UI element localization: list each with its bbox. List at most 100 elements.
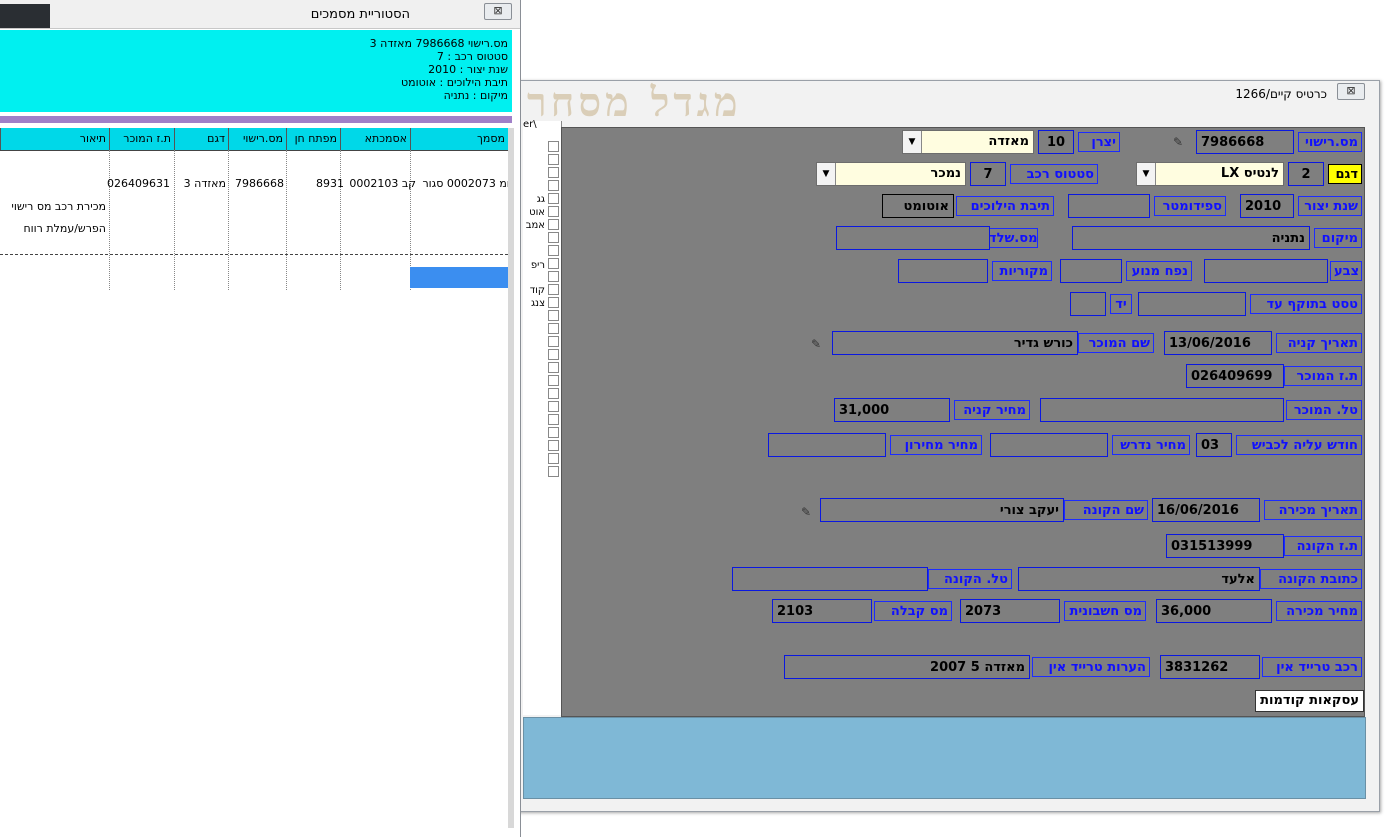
buyer-id-field[interactable]: 031513999 <box>1166 534 1284 558</box>
sale-price-field[interactable]: 36,000 <box>1156 599 1272 623</box>
test-field[interactable] <box>1138 292 1246 316</box>
tradein-notes-field[interactable]: מאזדה 5 2007 <box>784 655 1030 679</box>
column-divider <box>174 150 175 290</box>
column-header-account-key[interactable]: מפתח חן <box>286 128 340 150</box>
tradein-field[interactable]: 3831262 <box>1160 655 1260 679</box>
option-checkbox[interactable] <box>548 375 559 386</box>
model-code-field[interactable]: 2 <box>1288 162 1324 186</box>
option-checkbox[interactable] <box>548 258 559 269</box>
seller-name-field[interactable]: כורש גדיר <box>832 331 1078 355</box>
maker-select[interactable]: ▼ מאזדה <box>902 130 1034 154</box>
sale-date-field[interactable]: 16/06/2016 <box>1152 498 1260 522</box>
buyer-phone-field[interactable] <box>732 567 928 591</box>
buyer-address-field[interactable]: אלעד <box>1018 567 1260 591</box>
summary-line: סטטוס רכב : 7 <box>436 50 508 63</box>
option-checkbox[interactable] <box>548 414 559 425</box>
status-select-value: נמכר <box>930 166 962 181</box>
column-header-seller-id[interactable]: ת.ז המוכר <box>109 128 174 150</box>
column-header-reference[interactable]: אסמכתא <box>340 128 410 150</box>
receipt-field[interactable]: 2103 <box>772 599 872 623</box>
purchase-date-field[interactable]: 13/06/2016 <box>1164 331 1272 355</box>
color-label: צבע <box>1330 261 1362 281</box>
option-checkbox[interactable] <box>548 323 559 334</box>
location-field[interactable]: נתניה <box>1072 226 1310 250</box>
option-checkbox[interactable] <box>548 453 559 464</box>
option-checkbox[interactable] <box>548 245 559 256</box>
buyer-phone-label: טל. הקונה <box>928 569 1012 589</box>
buyer-name-field[interactable]: יעקב צורי <box>820 498 1064 522</box>
selected-cell[interactable] <box>410 267 508 288</box>
option-checkbox[interactable] <box>548 297 559 308</box>
asked-price-field[interactable] <box>990 433 1108 457</box>
model-select-value: לנטיס LX <box>1220 166 1279 181</box>
previous-deals-button[interactable]: עסקאות קודמות <box>1255 690 1364 712</box>
buyer-address-label: כתובת הקונה <box>1260 569 1362 589</box>
chassis-field[interactable] <box>836 226 990 250</box>
year-field[interactable]: 2010 <box>1240 194 1294 218</box>
color-field[interactable] <box>1204 259 1328 283</box>
seller-id-label: ת.ז המוכר <box>1284 366 1362 386</box>
option-checkbox[interactable] <box>548 271 559 282</box>
seller-phone-field[interactable] <box>1040 398 1284 422</box>
seller-phone-label: טל. המוכר <box>1286 400 1362 420</box>
sale-date-label: תאריך מכירה <box>1264 500 1362 520</box>
option-checkbox[interactable] <box>548 180 559 191</box>
dropdown-arrow-icon[interactable]: ▼ <box>903 131 922 153</box>
column-divider <box>228 150 229 290</box>
history-close-button[interactable]: ⊠ <box>484 3 512 20</box>
maker-code-field[interactable]: 10 <box>1038 130 1074 154</box>
option-checkbox[interactable] <box>548 167 559 178</box>
vehicle-form: מס.רישוי 7986668 ✎ יצרן 10 ▼ מאזדה דגם 2 … <box>561 127 1365 717</box>
background-window-edge <box>1380 380 1390 440</box>
column-header-document[interactable]: מסמך <box>410 128 508 150</box>
window-border <box>508 128 514 828</box>
option-checkbox[interactable] <box>548 349 559 360</box>
option-checkbox[interactable] <box>548 401 559 412</box>
option-checkbox[interactable] <box>548 336 559 347</box>
card-close-button[interactable]: ⊠ <box>1337 83 1365 100</box>
license-label: מס.רישוי <box>1298 132 1362 152</box>
separator-bar <box>0 112 512 128</box>
column-header-license[interactable]: מס.רישוי <box>228 128 286 150</box>
engine-field[interactable] <box>1060 259 1122 283</box>
top-left-fragment: er\ <box>523 119 537 130</box>
option-checkbox[interactable] <box>548 206 559 217</box>
dropdown-arrow-icon[interactable]: ▼ <box>817 163 836 185</box>
option-checkbox[interactable] <box>548 232 559 243</box>
summary-line: מס.רישוי 7986668 מאזדה 3 <box>369 37 508 50</box>
purchase-price-field[interactable]: 31,000 <box>834 398 950 422</box>
lookup-book-icon[interactable]: ✎ <box>1170 136 1186 148</box>
buyer-lookup-icon[interactable]: ✎ <box>798 506 814 518</box>
gearbox-field[interactable]: אוטומט <box>882 194 954 218</box>
status-select[interactable]: ▼ נמכר <box>816 162 966 186</box>
column-header-description[interactable]: תיאור <box>0 128 109 150</box>
option-checkbox[interactable] <box>548 440 559 451</box>
hand-field[interactable] <box>1070 292 1106 316</box>
option-checkbox[interactable] <box>548 310 559 321</box>
option-checkbox[interactable] <box>548 219 559 230</box>
taskbar-fragment <box>0 4 50 28</box>
gearbox-label: תיבת הילוכים <box>956 196 1054 216</box>
origin-field[interactable] <box>898 259 988 283</box>
list-price-field[interactable] <box>768 433 886 457</box>
option-checkbox[interactable] <box>548 466 559 477</box>
option-checkbox[interactable] <box>548 362 559 373</box>
license-field[interactable]: 7986668 <box>1196 130 1294 154</box>
option-label: קוד <box>529 285 545 296</box>
option-checkbox[interactable] <box>548 141 559 152</box>
seller-lookup-icon[interactable]: ✎ <box>808 338 824 350</box>
option-checkbox[interactable] <box>548 427 559 438</box>
road-month-field[interactable]: 03 <box>1196 433 1232 457</box>
option-checkbox[interactable] <box>548 193 559 204</box>
invoice-field[interactable]: 2073 <box>960 599 1060 623</box>
column-header-model[interactable]: דגם <box>174 128 228 150</box>
model-select[interactable]: ▼ לנטיס LX <box>1136 162 1284 186</box>
option-checkbox[interactable] <box>548 154 559 165</box>
dropdown-arrow-icon[interactable]: ▼ <box>1137 163 1156 185</box>
speedometer-field[interactable] <box>1068 194 1150 218</box>
option-checkbox[interactable] <box>548 388 559 399</box>
seller-id-field[interactable]: 026409699 <box>1186 364 1284 388</box>
status-code-field[interactable]: 7 <box>970 162 1006 186</box>
maker-label: יצרן <box>1078 132 1120 152</box>
option-checkbox[interactable] <box>548 284 559 295</box>
